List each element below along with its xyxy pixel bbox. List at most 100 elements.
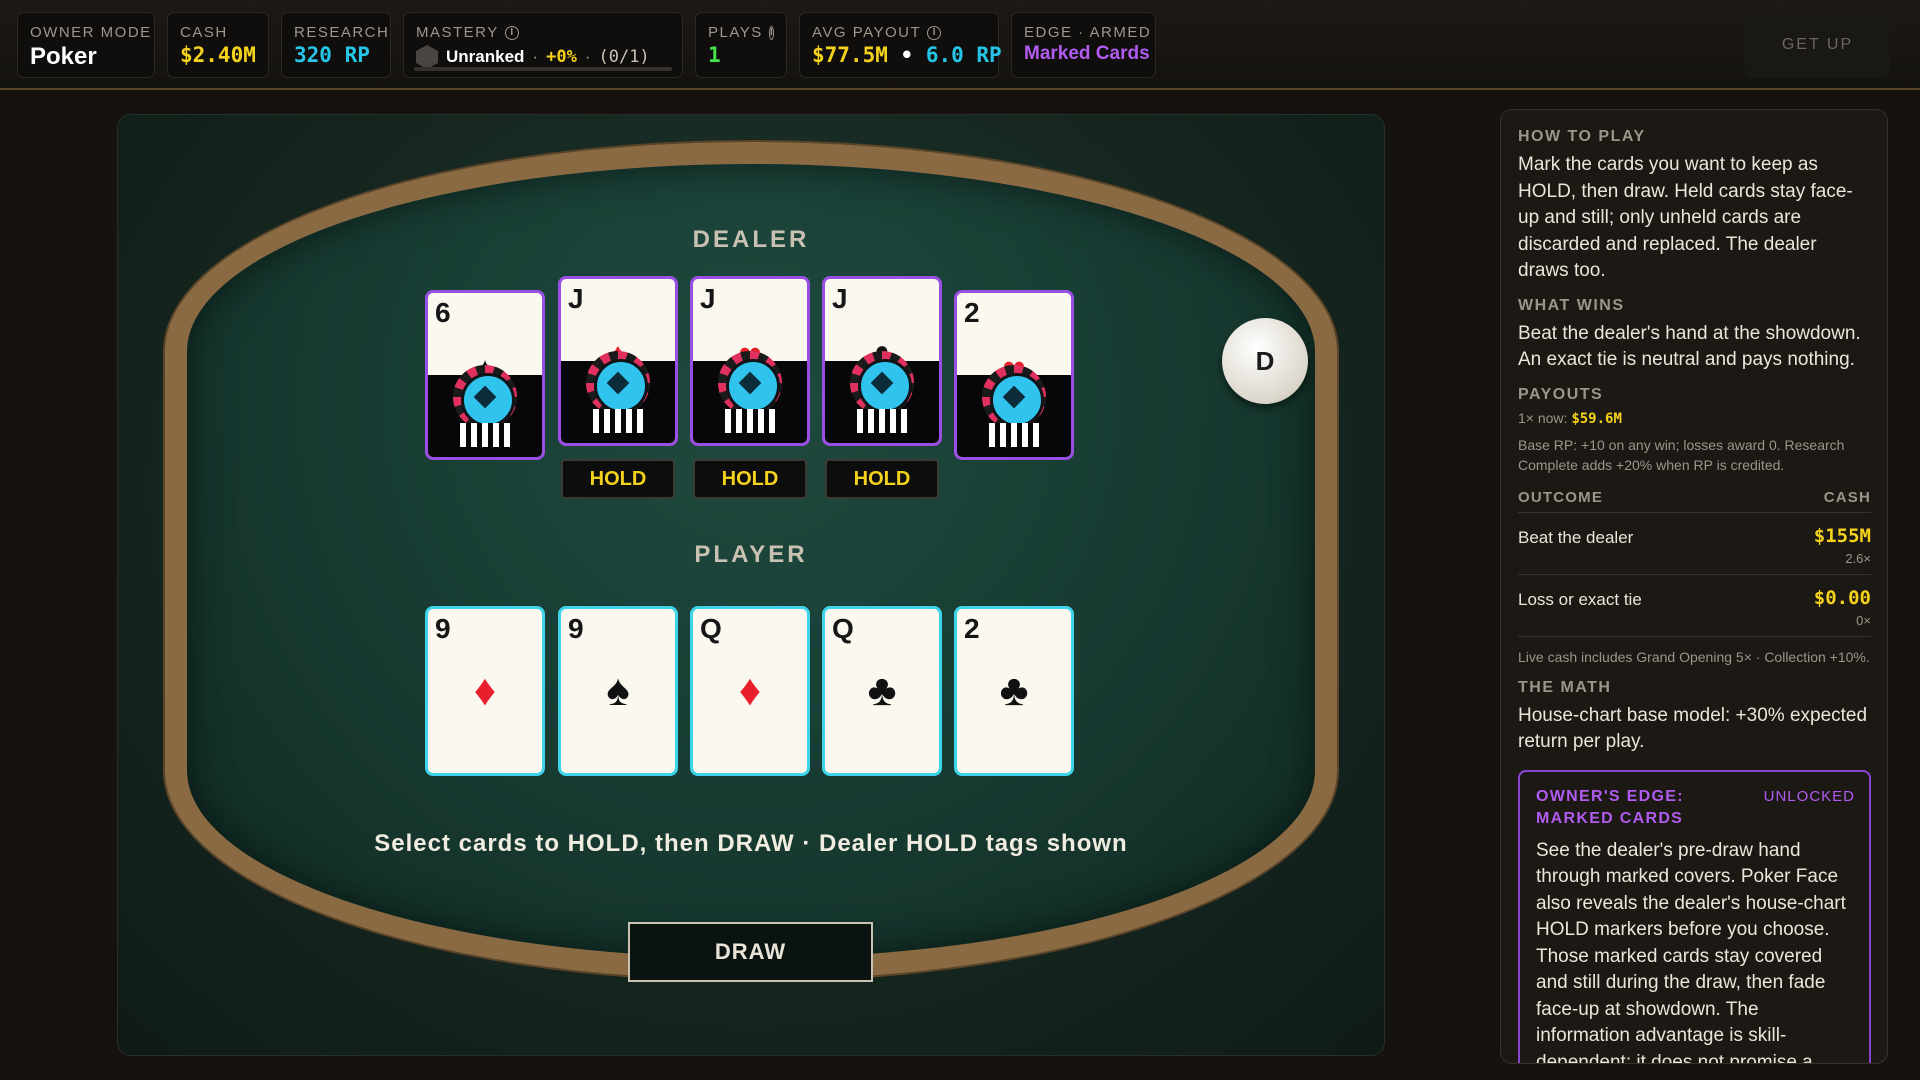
diamond-suit-icon: ♦ (473, 666, 497, 715)
top-bar: OWNER MODE Poker CASH $2.40M RESEARCH 32… (0, 0, 1920, 90)
club-suit-icon: ♣ (867, 666, 897, 715)
live-cash-note: Live cash includes Grand Opening 5× · Co… (1518, 648, 1870, 665)
dealer-card: J ♥ (690, 276, 810, 446)
player-card[interactable]: Q ♣ (822, 606, 942, 776)
info-icon[interactable]: i (504, 25, 519, 40)
avg-payout-separator: • (900, 43, 914, 67)
chip-icon (586, 351, 650, 415)
cash-column-header: CASH (1823, 488, 1871, 506)
avg-payout-stat[interactable]: AVG PAYOUT i $77.5M • 6.0 RP (799, 12, 1002, 78)
math-heading: THE MATH (1518, 678, 1612, 696)
draw-button[interactable]: DRAW (628, 922, 873, 982)
owners-edge-box: OWNER'S EDGE: MARKED CARDS UNLOCKED See … (1518, 769, 1871, 1064)
player-card[interactable]: 9 ♦ (425, 606, 545, 776)
edge-stat: EDGE · ARMED Marked Cards (1011, 12, 1156, 78)
diamond-suit-icon: ♦ (738, 666, 762, 715)
chip-stack-icon (725, 409, 775, 433)
chip-stack-icon (857, 409, 907, 433)
chip-stack-icon (593, 409, 643, 433)
card-rank: J (700, 283, 716, 314)
card-rank: 9 (568, 613, 584, 644)
info-icon[interactable]: i (927, 25, 942, 40)
game-name: Poker (30, 43, 97, 70)
plays-stat[interactable]: PLAYS i 1 (695, 12, 787, 78)
math-text: House-chart base model: +30% expected re… (1518, 704, 1868, 753)
chip-icon (850, 351, 914, 415)
instruction-text: Select cards to HOLD, then DRAW · Dealer… (374, 830, 1128, 857)
research-value: 320 RP (294, 43, 370, 67)
table-row: Beat the dealer $155M 2.6× (1518, 513, 1871, 575)
outcome-cash: $0.00 (1813, 586, 1871, 609)
spade-suit-icon: ♠ (606, 666, 630, 715)
avg-payout-label: AVG PAYOUT (812, 24, 922, 41)
outcome-multiplier: 0× (1856, 612, 1871, 628)
cash-stat: CASH $2.40M (167, 12, 269, 78)
card-rank: 6 (435, 297, 451, 328)
owner-mode-stat: OWNER MODE Poker (17, 12, 155, 78)
chip-stack-icon (989, 423, 1039, 447)
avg-payout-cash: $77.5M (812, 43, 888, 67)
card-rank: 2 (964, 613, 980, 644)
dealer-hold-tag: HOLD (693, 459, 807, 499)
card-rank: 2 (964, 297, 980, 328)
mastery-bonus: +0% (546, 47, 577, 67)
edge-value: Marked Cards (1024, 43, 1150, 64)
dealer-button: D (1222, 318, 1308, 404)
club-suit-icon: ♣ (999, 666, 1029, 715)
owners-edge-text: See the dealer's pre-draw hand through m… (1536, 839, 1846, 1064)
mastery-separator: · (532, 47, 539, 66)
how-to-play-heading: HOW TO PLAY (1518, 128, 1646, 145)
card-rank: J (832, 283, 848, 314)
owners-edge-title: OWNER'S EDGE: MARKED CARDS (1536, 787, 1684, 827)
rules-panel[interactable]: HOW TO PLAY Mark the cards you want to k… (1500, 109, 1888, 1064)
mastery-label: MASTERY (416, 24, 499, 41)
avg-payout-rp: 6.0 RP (925, 43, 1002, 67)
cash-label: CASH (180, 24, 228, 41)
what-wins-text: Beat the dealer's hand at the showdown. … (1518, 322, 1861, 371)
table-row: Loss or exact tie $0.00 0× (1518, 575, 1871, 637)
mastery-rank: Unranked (446, 47, 525, 66)
payout-now-label: 1× now: (1518, 409, 1568, 426)
payout-now: 1× now: $59.6M (1518, 410, 1871, 427)
rank-hexagon-icon (416, 45, 438, 69)
chip-stack-icon (460, 423, 510, 447)
how-to-play-text: Mark the cards you want to keep as HOLD,… (1518, 154, 1853, 281)
card-rank: Q (700, 613, 722, 644)
card-rank: J (568, 283, 584, 314)
player-card[interactable]: 9 ♠ (558, 606, 678, 776)
mastery-progress-bar (414, 67, 672, 71)
mastery-stat[interactable]: MASTERY i Unranked · +0% · (0/1) (403, 12, 683, 78)
edge-label: EDGE · ARMED (1024, 24, 1152, 41)
dealer-card: J ♣ (822, 276, 942, 446)
outcome-column-header: OUTCOME (1518, 488, 1604, 506)
player-card[interactable]: 2 ♣ (954, 606, 1074, 776)
outcome-name: Loss or exact tie (1518, 589, 1642, 609)
unlocked-badge: UNLOCKED (1763, 787, 1855, 805)
chip-icon (982, 365, 1046, 429)
get-up-button[interactable]: GET UP (1745, 12, 1890, 78)
owner-mode-label: OWNER MODE (30, 24, 152, 41)
dealer-card: 6 ♠ (425, 290, 545, 460)
mastery-progress: (0/1) (598, 47, 650, 67)
payout-table-header: OUTCOME CASH (1518, 481, 1871, 513)
what-wins-heading: WHAT WINS (1518, 296, 1625, 314)
card-rank: 9 (435, 613, 451, 644)
card-rank: Q (832, 613, 854, 644)
chip-icon (453, 365, 517, 429)
info-icon[interactable]: i (768, 25, 774, 40)
mastery-separator: · (584, 47, 591, 66)
player-label: PLAYER (694, 541, 808, 568)
dealer-label: DEALER (692, 226, 810, 253)
payout-now-value: $59.6M (1571, 410, 1622, 427)
research-stat: RESEARCH 320 RP (281, 12, 391, 78)
cash-value: $2.40M (180, 43, 256, 67)
research-label: RESEARCH (294, 24, 390, 41)
plays-value: 1 (708, 43, 721, 67)
dealer-hold-tag: HOLD (561, 459, 675, 499)
player-card[interactable]: Q ♦ (690, 606, 810, 776)
dealer-hold-tag: HOLD (825, 459, 939, 499)
plays-label: PLAYS (708, 24, 763, 41)
outcome-cash: $155M (1813, 524, 1871, 547)
chip-icon (718, 351, 782, 415)
dealer-card: 2 ♥ (954, 290, 1074, 460)
